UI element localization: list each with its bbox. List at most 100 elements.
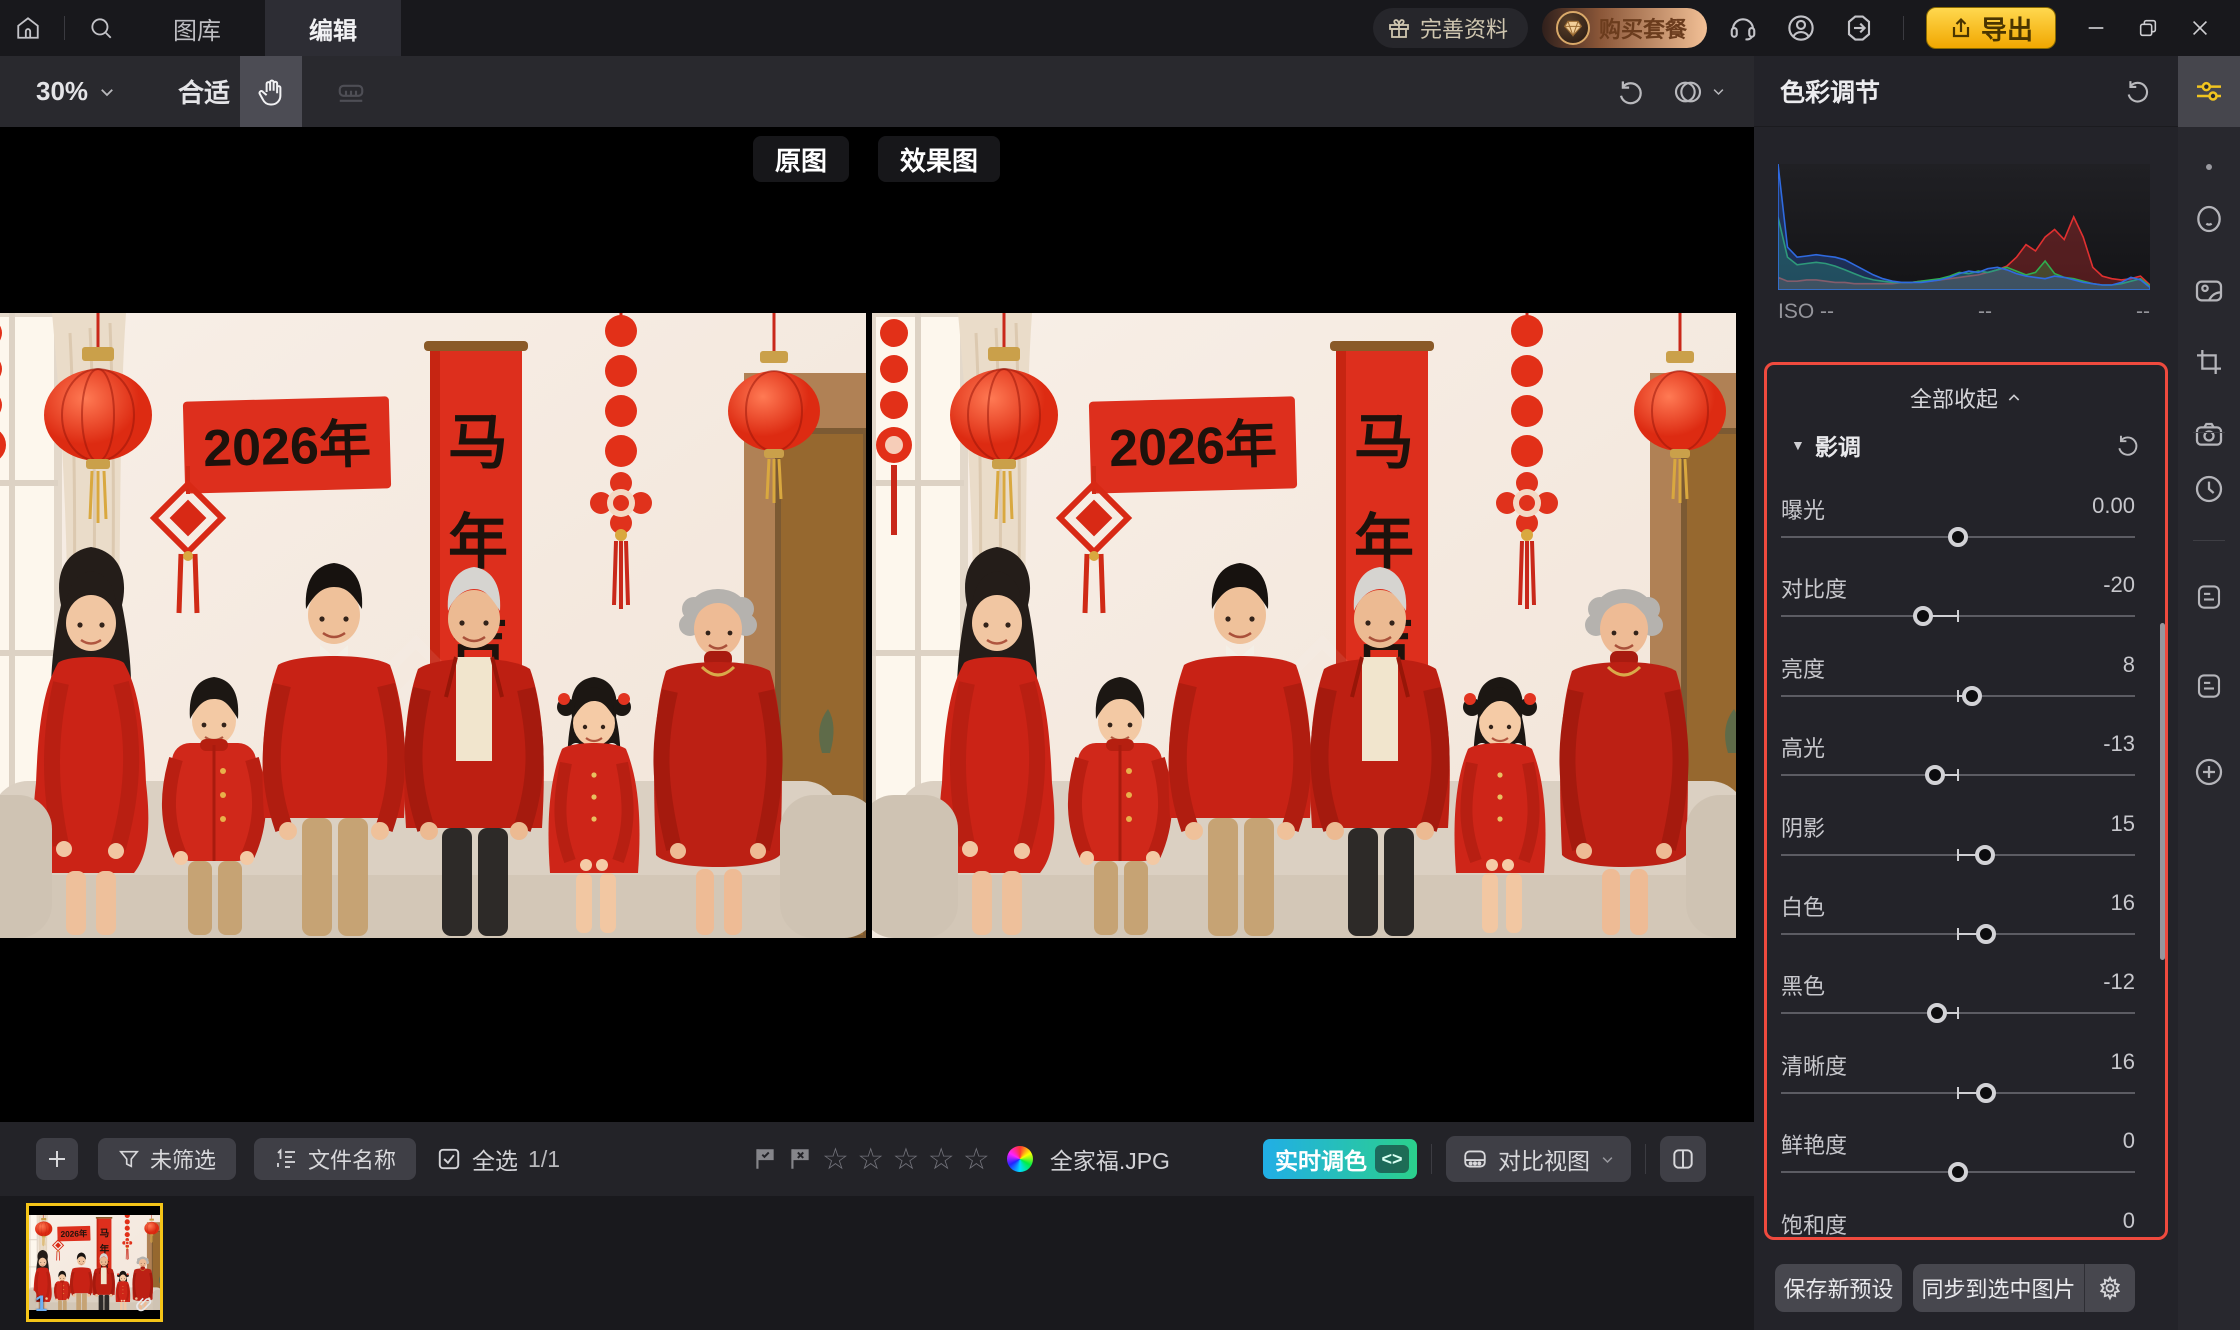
rail-camera[interactable]	[2178, 403, 2240, 465]
compare-view-button[interactable]: 对比视图	[1446, 1136, 1631, 1182]
select-all-control[interactable]: 全选 1/1	[436, 1142, 560, 1176]
overlay-ruler-tool[interactable]	[320, 56, 382, 127]
original-view-label[interactable]: 原图	[753, 136, 849, 182]
support-headset-icon[interactable]	[1721, 6, 1765, 50]
select-all-label: 全选	[472, 1142, 518, 1176]
rail-add[interactable]	[2178, 741, 2240, 803]
slider-thumb[interactable]	[1927, 1003, 1947, 1023]
section-title[interactable]: 影调	[1815, 428, 1861, 462]
color-label-icon[interactable]	[1007, 1146, 1033, 1172]
slider-track[interactable]	[1781, 615, 2135, 617]
slider-track[interactable]	[1781, 1012, 2135, 1014]
slider-label: 高光	[1781, 731, 1825, 763]
filter-button[interactable]: 未筛选	[98, 1138, 236, 1180]
flag-pick-icon[interactable]	[752, 1146, 778, 1172]
slider-track[interactable]	[1781, 536, 2135, 538]
slider-thumb[interactable]	[1975, 845, 1995, 865]
sort-button[interactable]: 文件名称	[254, 1138, 416, 1180]
slider-track[interactable]	[1781, 695, 2135, 697]
login-arrow-icon[interactable]	[1837, 6, 1881, 50]
divider	[1431, 1144, 1432, 1174]
clock-icon	[2193, 473, 2225, 505]
compare-original-button[interactable]	[1672, 76, 1726, 108]
slider-thumb[interactable]	[1976, 1083, 1996, 1103]
rail-portrait[interactable]	[2178, 188, 2240, 250]
slider-4: 高光 -13	[1781, 731, 2135, 763]
rail-preset-2[interactable]	[2178, 655, 2240, 717]
undo-button[interactable]	[1616, 77, 1646, 107]
fit-view-button[interactable]: 合适	[178, 73, 230, 110]
slider-8: 清晰度 16	[1781, 1049, 2135, 1081]
account-icon[interactable]	[1779, 6, 1823, 50]
code-chip-icon: <>	[1375, 1145, 1409, 1173]
complete-profile-pill[interactable]: 完善资料	[1373, 8, 1528, 48]
rail-history[interactable]	[2178, 458, 2240, 520]
rail-crop[interactable]	[2178, 331, 2240, 393]
panel-reset-icon[interactable]	[2124, 77, 2152, 105]
panel-scrollbar[interactable]	[2160, 623, 2165, 960]
buy-plan-pill[interactable]: 购买套餐	[1542, 8, 1707, 48]
gear-icon	[2097, 1275, 2123, 1301]
iso-value: ISO --	[1778, 300, 1834, 324]
star-rating[interactable]: ☆ ☆ ☆ ☆ ☆	[822, 1142, 990, 1177]
slider-label: 清晰度	[1781, 1049, 1847, 1081]
zoom-level-dropdown[interactable]: 30%	[36, 76, 116, 107]
slider-track[interactable]	[1781, 933, 2135, 935]
photo-effect[interactable]	[872, 313, 1736, 938]
section-caret-icon[interactable]: ▼	[1791, 437, 1805, 453]
buy-plan-label: 购买套餐	[1599, 12, 1687, 44]
section-reset-icon[interactable]	[2115, 432, 2141, 458]
current-filename: 全家福.JPG	[1050, 1142, 1170, 1176]
slider-zero-tick	[1957, 769, 1959, 781]
restore-button[interactable]	[2122, 0, 2174, 56]
slider-thumb[interactable]	[1925, 765, 1945, 785]
hand-tool-button[interactable]	[240, 56, 302, 127]
photo-original[interactable]	[0, 313, 866, 938]
search-icon[interactable]	[73, 0, 129, 56]
sort-label: 文件名称	[308, 1143, 396, 1175]
add-photo-button[interactable]	[36, 1138, 78, 1180]
slider-value: -12	[2103, 969, 2135, 1001]
slider-track[interactable]	[1781, 1171, 2135, 1173]
close-button[interactable]	[2174, 0, 2226, 56]
slider-thumb[interactable]	[1948, 1162, 1968, 1182]
tab-edit[interactable]: 编辑	[265, 0, 401, 56]
slider-thumb[interactable]	[1976, 924, 1996, 944]
rail-color-adjust[interactable]	[2178, 56, 2240, 127]
slider-value: 0.00	[2092, 493, 2135, 525]
sync-settings-gear-button[interactable]	[2085, 1264, 2135, 1312]
rail-preset-1[interactable]	[2178, 566, 2240, 628]
save-preset-button[interactable]: 保存新预设	[1775, 1264, 1902, 1312]
split-view-button[interactable]	[1660, 1136, 1706, 1182]
sync-to-selected-button[interactable]: 同步到选中图片	[1913, 1264, 2085, 1312]
exif-right-value: --	[2136, 300, 2150, 324]
slider-value: 0	[2123, 1128, 2135, 1160]
app-window: 2026年 马 年 吉 祥	[0, 0, 2240, 1330]
chevron-down-icon	[98, 83, 116, 101]
slider-zero-tick	[1957, 849, 1959, 861]
image-canvas[interactable]: 原图 效果图	[0, 127, 1754, 1122]
slider-zero-tick	[1957, 1087, 1959, 1099]
slider-zero-tick	[1957, 928, 1959, 940]
slider-thumb[interactable]	[1962, 686, 1982, 706]
slider-track[interactable]	[1781, 774, 2135, 776]
rail-image-edit[interactable]	[2178, 260, 2240, 322]
export-button[interactable]: 导出	[1926, 7, 2056, 49]
slider-track[interactable]	[1781, 1092, 2135, 1094]
chevron-up-icon	[2006, 390, 2022, 406]
minimize-button[interactable]	[2070, 0, 2122, 56]
thumbnail-selected[interactable]: 1	[26, 1203, 163, 1322]
tab-gallery[interactable]: 图库	[129, 0, 265, 56]
zoom-level-value: 30%	[36, 76, 88, 107]
slider-thumb[interactable]	[1948, 527, 1968, 547]
edit-toolbar: 30% 合适	[0, 56, 1754, 127]
collapse-all-button[interactable]: 全部收起	[1767, 382, 2165, 414]
slider-thumb[interactable]	[1913, 606, 1933, 626]
effect-view-label[interactable]: 效果图	[878, 136, 1000, 182]
slider-zero-tick	[1957, 610, 1959, 622]
realtime-color-badge[interactable]: 实时调色 <>	[1263, 1139, 1417, 1179]
slider-track[interactable]	[1781, 854, 2135, 856]
face-icon	[2193, 203, 2225, 235]
home-icon[interactable]	[0, 0, 56, 56]
flag-reject-icon[interactable]	[787, 1146, 813, 1172]
